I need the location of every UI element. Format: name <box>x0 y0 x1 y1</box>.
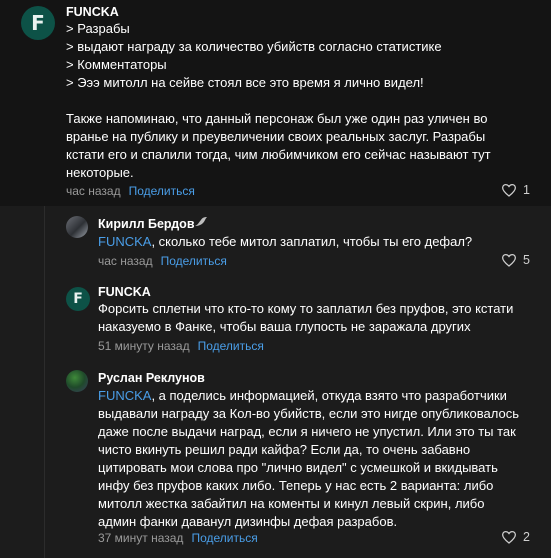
mention-link[interactable]: FUNCKA <box>98 388 151 403</box>
timestamp: 37 минут назад <box>98 531 184 545</box>
heart-icon <box>502 183 517 197</box>
thread-line <box>44 280 45 360</box>
like-count: 1 <box>523 183 530 197</box>
author-name[interactable]: Руслан Реклунов <box>98 371 205 385</box>
thread-line <box>44 360 45 558</box>
like-button[interactable]: 1 <box>501 183 530 197</box>
like-count: 5 <box>523 253 530 267</box>
avatar[interactable] <box>66 370 88 392</box>
timestamp: час назад <box>66 184 121 198</box>
comment-text: Форсить сплетни что кто-то кому то запла… <box>98 301 514 334</box>
bird-icon <box>195 217 207 226</box>
heart-icon <box>502 530 517 544</box>
avatar[interactable] <box>66 216 88 238</box>
like-button[interactable]: 2 <box>501 530 530 544</box>
timestamp: час назад <box>98 254 153 268</box>
share-link[interactable]: Поделиться <box>129 184 195 198</box>
avatar-letter: F <box>31 11 45 35</box>
heart-icon <box>502 253 517 267</box>
comment-text: FUNCKA, сколько тебе митол заплатил, что… <box>98 234 473 249</box>
timestamp: 51 минуту назад <box>98 339 190 353</box>
avatar[interactable]: F <box>21 6 55 40</box>
avatar[interactable]: F <box>66 287 90 311</box>
comment-text: > Разрабы > выдают награду за количество… <box>66 21 491 180</box>
comment-3: F FUNCKA Форсить сплетни что кто-то кому… <box>0 280 551 360</box>
author-name[interactable]: FUNCKA <box>66 5 119 19</box>
comment-meta: час назад Поделиться <box>66 184 195 198</box>
thread-line <box>44 206 45 280</box>
comment-meta: час назад Поделиться <box>98 254 227 268</box>
share-link[interactable]: Поделиться <box>161 254 227 268</box>
share-link[interactable]: Поделиться <box>191 531 257 545</box>
like-button[interactable]: 5 <box>501 253 530 267</box>
comment-meta: 37 минут назад Поделиться <box>98 531 258 545</box>
mention-link[interactable]: FUNCKA <box>98 234 151 249</box>
author-name[interactable]: Кирилл Бердов <box>98 217 195 231</box>
author-name[interactable]: FUNCKA <box>98 285 151 299</box>
avatar-letter: F <box>73 291 83 307</box>
comment-4: Руслан Реклунов FUNCKA, а поделись инфор… <box>0 360 551 558</box>
comment-1: F FUNCKA > Разрабы > выдают награду за к… <box>0 0 551 206</box>
share-link[interactable]: Поделиться <box>198 339 264 353</box>
comment-text: FUNCKA, а поделись информацией, откуда в… <box>98 388 519 529</box>
comment-meta: 51 минуту назад Поделиться <box>98 339 264 353</box>
like-count: 2 <box>523 530 530 544</box>
comment-2: Кирилл Бердов FUNCKA, сколько тебе митол… <box>0 206 551 280</box>
